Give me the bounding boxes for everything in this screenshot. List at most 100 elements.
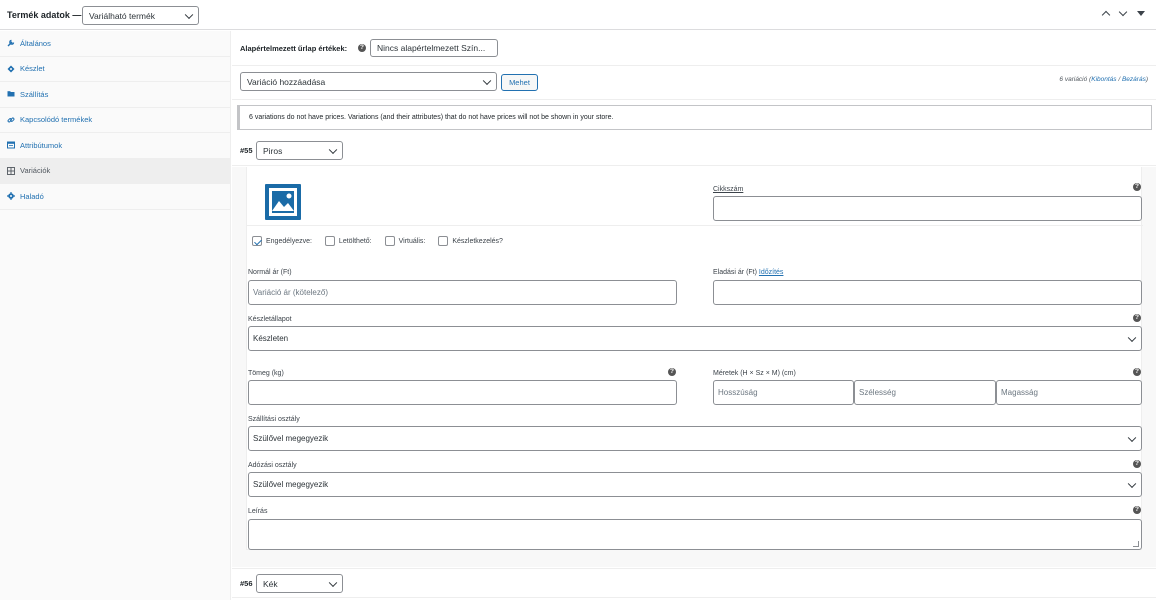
- help-icon[interactable]: ?: [1133, 506, 1141, 514]
- length-input[interactable]: Hosszúság: [713, 380, 854, 405]
- tax-class-value: Szülővel megegyezik: [253, 480, 329, 489]
- divider: [247, 225, 1143, 226]
- checkbox-box: [384, 236, 395, 246]
- variation-count: 6 variáció (Kibontás / Bezárás): [1059, 76, 1148, 83]
- toggle-panel-icon[interactable]: [1136, 9, 1145, 17]
- product-type-select[interactable]: Variálható termék: [82, 6, 199, 25]
- height-input[interactable]: Magasság: [996, 380, 1142, 405]
- sku-label-text: Cikkszám: [713, 186, 744, 193]
- go-button[interactable]: Mehet: [501, 74, 538, 91]
- chevron-down-icon: [1127, 433, 1137, 442]
- close-all-link[interactable]: Bezárás: [1122, 76, 1146, 83]
- downloadable-checkbox[interactable]: Letölthető:: [324, 236, 372, 246]
- grid-icon: [7, 166, 15, 175]
- variation-fields: Cikkszám ? Engedélyezve: Letölthető: Vir…: [246, 167, 1143, 550]
- resize-handle[interactable]: [1133, 541, 1139, 547]
- checkbox-label: Letölthető:: [338, 237, 372, 245]
- sku-label: Cikkszám: [713, 186, 743, 193]
- description-label: Leírás: [248, 508, 268, 515]
- image-icon[interactable]: [265, 184, 301, 220]
- regular-price-input[interactable]: Variáció ár (kötelező): [248, 280, 677, 305]
- default-color-select[interactable]: Nincs alapértelmezett Szín...: [370, 39, 498, 57]
- tab-label: Általános: [20, 38, 51, 48]
- sku-input[interactable]: [713, 196, 1142, 221]
- tab-label: Kapcsolódó termékek: [20, 115, 93, 125]
- link-icon: [7, 116, 15, 124]
- sale-price-label: Eladási ár (Ft) Időzítés: [713, 269, 783, 276]
- variation-color-select[interactable]: Kék: [256, 574, 343, 593]
- separator: /: [1118, 76, 1121, 83]
- variation-header-56[interactable]: #56 Kék: [232, 568, 1156, 598]
- variation-options: Engedélyezve: Letölthető: Virtuális: Kés…: [252, 236, 516, 246]
- stock-status-select[interactable]: Készleten: [248, 326, 1142, 351]
- dimensions-label: Méretek (H × Sz × M) (cm): [713, 370, 796, 377]
- variation-header-55[interactable]: #55 Piros: [232, 136, 1156, 166]
- wrench-icon: [7, 39, 15, 47]
- variation-number: #56: [240, 579, 253, 588]
- help-icon[interactable]: ?: [1133, 460, 1141, 468]
- chevron-down-icon: [184, 10, 194, 19]
- enabled-checkbox[interactable]: Engedélyezve:: [252, 236, 312, 246]
- width-input[interactable]: Szélesség: [854, 380, 996, 405]
- product-data-tabs: Általános Készlet Szállítás Kapcsolódó t…: [0, 31, 231, 600]
- list-icon: [7, 141, 15, 149]
- variation-color-value: Piros: [263, 145, 283, 156]
- variation-color-value: Kék: [263, 578, 278, 589]
- sale-price-input[interactable]: [713, 280, 1142, 305]
- checkbox-box: [324, 236, 335, 246]
- default-values-label: Alapértelmezett űrlap értékek:: [240, 44, 348, 53]
- tab-attributes[interactable]: Attribútumok: [0, 133, 230, 159]
- manage-stock-checkbox[interactable]: Készletkezelés?: [438, 236, 503, 246]
- move-down-icon[interactable]: [1119, 9, 1127, 17]
- weight-label: Tömeg (kg): [248, 370, 284, 377]
- tab-general[interactable]: Általános: [0, 31, 230, 57]
- expand-all-link[interactable]: Kibontás: [1091, 76, 1116, 83]
- checkbox-box: [252, 236, 262, 246]
- tab-inventory[interactable]: Készlet: [0, 57, 230, 82]
- help-icon[interactable]: ?: [1133, 314, 1141, 322]
- tab-variations[interactable]: Variációk: [0, 158, 230, 184]
- stock-status-label: Készletállapot: [248, 316, 292, 323]
- variation-color-select[interactable]: Piros: [256, 141, 343, 160]
- chevron-down-icon: [1127, 479, 1137, 488]
- description-textarea[interactable]: [248, 519, 1142, 550]
- help-icon[interactable]: ?: [1133, 368, 1141, 376]
- truck-icon: [7, 90, 15, 98]
- move-up-icon[interactable]: [1102, 9, 1110, 17]
- panel-title: Termék adatok —: [7, 10, 82, 20]
- help-icon[interactable]: ?: [668, 368, 676, 376]
- price-warning-notice: 6 variations do not have prices. Variati…: [237, 105, 1152, 130]
- variations-panel: Alapértelmezett űrlap értékek: ? Nincs a…: [232, 31, 1156, 600]
- variation-number: #55: [240, 146, 253, 155]
- default-form-values-row: Alapértelmezett űrlap értékek: ? Nincs a…: [232, 31, 1156, 66]
- default-color-value: Nincs alapértelmezett Szín...: [377, 43, 486, 53]
- tax-class-label: Adózási osztály: [248, 462, 297, 469]
- gear-icon: [7, 192, 15, 201]
- tab-label: Haladó: [20, 191, 44, 201]
- help-icon[interactable]: ?: [1133, 183, 1141, 191]
- tax-class-select[interactable]: Szülővel megegyezik: [248, 472, 1142, 497]
- chevron-down-icon: [328, 145, 338, 154]
- product-type-value: Variálható termék: [89, 10, 155, 21]
- chevron-down-icon: [328, 578, 338, 587]
- schedule-link[interactable]: Időzítés: [759, 269, 784, 276]
- checkbox-label: Virtuális:: [398, 237, 426, 245]
- variation-action-value: Variáció hozzáadása: [247, 76, 326, 87]
- tab-label: Szállítás: [20, 89, 49, 99]
- tab-advanced[interactable]: Haladó: [0, 184, 230, 210]
- variation-count-text: 6 variáció: [1059, 76, 1088, 83]
- tab-linked-products[interactable]: Kapcsolódó termékek: [0, 108, 230, 133]
- shipping-class-select[interactable]: Szülővel megegyezik: [248, 426, 1142, 451]
- checkbox-box: [438, 236, 449, 246]
- tab-label: Variációk: [20, 166, 51, 176]
- variation-action-select[interactable]: Variáció hozzáadása: [240, 72, 497, 91]
- help-icon[interactable]: ?: [358, 44, 366, 52]
- stock-status-value: Készleten: [253, 334, 289, 343]
- tab-shipping[interactable]: Szállítás: [0, 82, 230, 108]
- virtual-checkbox[interactable]: Virtuális:: [384, 236, 426, 246]
- shipping-class-value: Szülővel megegyezik: [253, 434, 329, 443]
- weight-input[interactable]: [248, 380, 677, 405]
- chevron-down-icon: [1127, 333, 1137, 342]
- regular-price-label: Normál ár (Ft): [248, 269, 292, 276]
- sale-price-label-text: Eladási ár (Ft): [713, 269, 757, 276]
